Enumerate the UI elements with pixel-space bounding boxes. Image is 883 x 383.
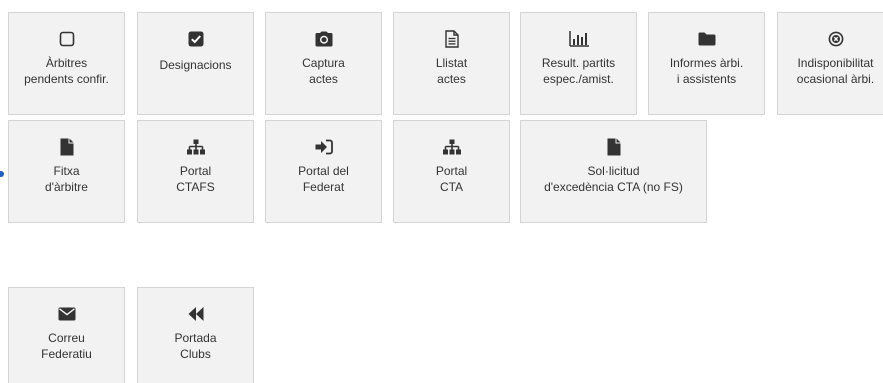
tile-fitxa-arbitre[interactable]: Fitxa d'àrbitre	[8, 120, 125, 223]
folder-icon	[698, 29, 716, 49]
tile-label: Indisponibilitat ocasional àrbi.	[796, 56, 875, 86]
tile-portal-cta[interactable]: Portal CTA	[393, 120, 510, 223]
tile-label: Portal CTAFS	[176, 164, 215, 194]
checkbox-checked-icon	[188, 29, 204, 49]
file-icon	[60, 137, 74, 157]
tile-label: Portada Clubs	[174, 331, 217, 361]
tile-label: Designacions	[159, 58, 232, 72]
sitemap-icon	[442, 137, 461, 157]
tile-label: Fitxa d'àrbitre	[45, 164, 88, 194]
backward-icon	[188, 304, 204, 324]
tile-llistat-actes[interactable]: Llistat actes	[393, 12, 510, 115]
tile-informes-arbi[interactable]: Informes àrbi. i assistents	[648, 12, 765, 115]
tile-portal-federat[interactable]: Portal del Federat	[265, 120, 382, 223]
envelope-icon	[58, 304, 76, 324]
menu-page: Àrbitres pendents confir. Designacions C…	[0, 0, 883, 383]
camera-icon	[315, 29, 333, 49]
tile-result-partits[interactable]: Result. partits espec./amist.	[520, 12, 637, 115]
tile-label: Informes àrbi. i assistents	[669, 56, 744, 86]
tile-arbitres-pendents[interactable]: Àrbitres pendents confir.	[8, 12, 125, 115]
tile-label: Correu Federatiu	[41, 331, 92, 361]
tile-captura-actes[interactable]: Captura actes	[265, 12, 382, 115]
tile-label: Sol·licitud d'excedència CTA (no FS)	[544, 164, 683, 194]
document-lines-icon	[444, 29, 459, 49]
tile-label: Llistat actes	[435, 56, 468, 86]
sitemap-icon	[186, 137, 205, 157]
tile-label: Portal del Federat	[298, 164, 349, 194]
sign-in-icon	[315, 137, 333, 157]
tile-label: Captura actes	[302, 56, 345, 86]
tile-correu-federatiu[interactable]: Correu Federatiu	[8, 287, 125, 383]
tile-portal-ctafs[interactable]: Portal CTAFS	[137, 120, 254, 223]
tile-sollicitud-excedencia[interactable]: Sol·licitud d'excedència CTA (no FS)	[520, 120, 707, 223]
tile-designacions[interactable]: Designacions	[137, 12, 254, 115]
tile-portada-clubs[interactable]: Portada Clubs	[137, 287, 254, 383]
file-icon	[607, 137, 621, 157]
bar-chart-icon	[568, 29, 589, 49]
tile-label: Result. partits espec./amist.	[541, 56, 616, 86]
circle-times-icon	[828, 29, 844, 49]
tile-label: Àrbitres pendents confir.	[24, 56, 109, 86]
square-outline-icon	[59, 29, 75, 49]
tile-indisponibilitat[interactable]: Indisponibilitat ocasional àrbi.	[777, 12, 883, 115]
tile-label: Portal CTA	[435, 164, 468, 194]
cursor-dot	[0, 171, 4, 177]
